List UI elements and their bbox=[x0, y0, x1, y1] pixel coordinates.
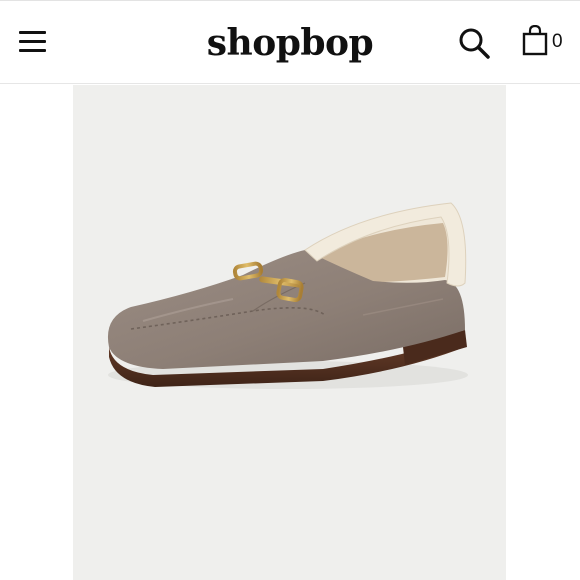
shopping-bag-icon[interactable] bbox=[521, 24, 551, 57]
cart-count-badge[interactable]: 0 bbox=[552, 31, 563, 53]
top-navigation-bar: shopbop 0 bbox=[0, 0, 580, 84]
shopbop-logo[interactable]: shopbop bbox=[0, 21, 580, 65]
product-image[interactable] bbox=[73, 85, 506, 580]
search-icon[interactable] bbox=[458, 27, 492, 59]
loafer-illustration bbox=[107, 202, 468, 389]
